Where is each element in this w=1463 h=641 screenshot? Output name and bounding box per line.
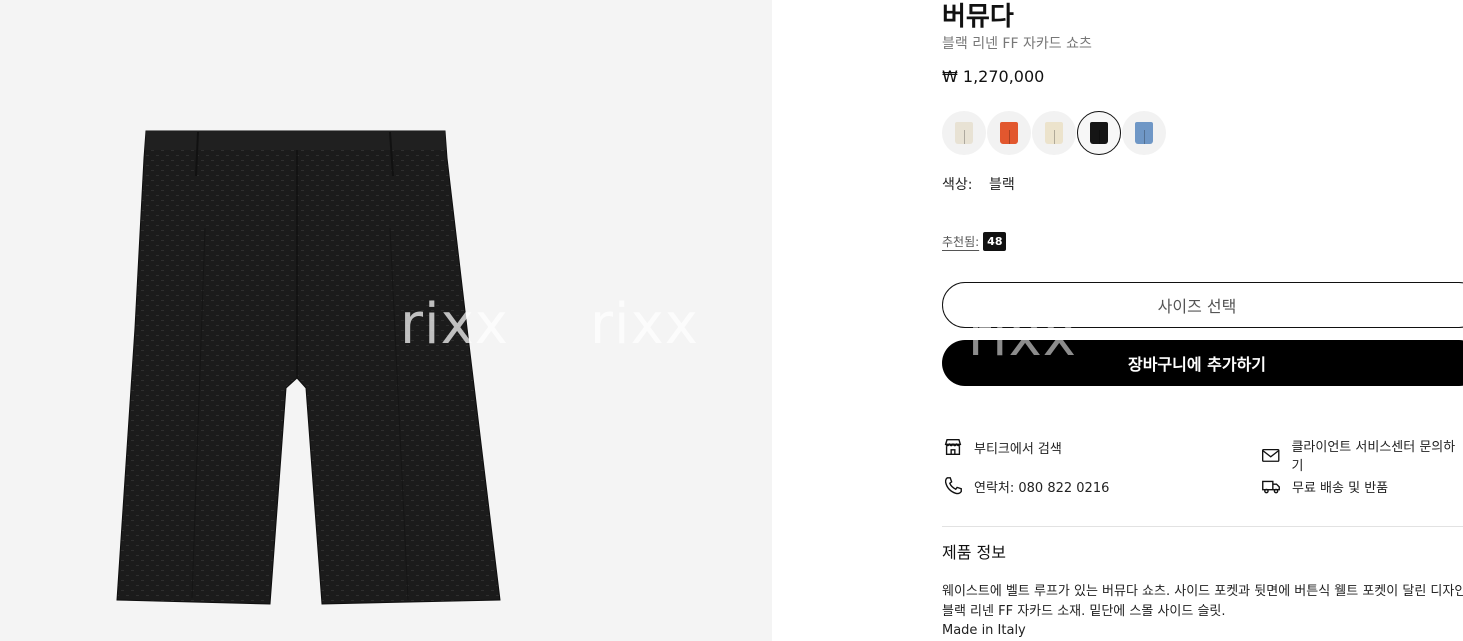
watermark: rixx [590, 292, 699, 357]
description-line: Made in Italy [942, 623, 1026, 638]
swatch-thumbnail [955, 122, 973, 144]
swatch-thumbnail [1090, 122, 1108, 144]
color-swatch-cream[interactable] [942, 111, 986, 155]
swatch-thumbnail [1000, 122, 1018, 144]
product-image [116, 130, 501, 605]
recommended-size-label[interactable]: 추천됨: [942, 233, 979, 250]
product-description: 웨이스트에 벨트 루프가 있는 버뮤다 쇼츠. 사이드 포켓과 뒷면에 버튼식 … [942, 582, 1463, 641]
divider [942, 526, 1463, 527]
find-in-boutique-label: 부티크에서 검색 [974, 441, 1062, 457]
add-to-cart-button[interactable]: 장바구니에 추가하기 [942, 340, 1463, 386]
product-detail-panel: 버뮤다 블랙 리넨 FF 자카드 쇼츠 ₩ 1,270,000 색상: 블랙 추… [942, 0, 1463, 641]
phone-icon [944, 477, 962, 495]
find-in-boutique-link[interactable]: 부티크에서 검색 [942, 436, 1062, 458]
phone-contact-label: 연락처: 080 822 0216 [974, 480, 1110, 496]
free-shipping-returns-label: 무료 배송 및 반품 [1292, 480, 1389, 496]
swatch-thumbnail [1045, 122, 1063, 144]
product-image-gallery[interactable]: rixx rixx [0, 0, 772, 641]
recommended-size[interactable]: 추천됨: 48 [942, 232, 1007, 251]
phone-contact-link[interactable]: 연락처: 080 822 0216 [942, 475, 1109, 497]
store-icon [944, 438, 962, 456]
color-label: 색상: [942, 177, 973, 193]
description-line: 블랙 리넨 FF 자카드 소재. 밑단에 스몰 사이드 슬릿. [942, 603, 1226, 619]
color-swatch-blue[interactable] [1122, 111, 1166, 155]
product-subtitle: 블랙 리넨 FF 자카드 쇼츠 [942, 36, 1092, 52]
recommended-size-badge: 48 [983, 232, 1007, 251]
delivery-truck-icon [1262, 480, 1280, 494]
size-select-button[interactable]: 사이즈 선택 [942, 282, 1463, 328]
selected-color: 색상: 블랙 [942, 174, 1015, 194]
product-info-title: 제품 정보 [942, 543, 1006, 562]
contact-client-service-link[interactable]: 클라이언트 서비스센터 문의하기 [1260, 436, 1463, 474]
description-line: 웨이스트에 벨트 루프가 있는 버뮤다 쇼츠. 사이드 포켓과 뒷면에 버튼식 … [942, 584, 1463, 599]
product-price: ₩ 1,270,000 [942, 67, 1045, 86]
product-title: 버뮤다 [942, 2, 1014, 32]
free-shipping-returns-link[interactable]: 무료 배송 및 반품 [1260, 475, 1388, 497]
mail-icon [1262, 448, 1280, 462]
swatch-thumbnail [1135, 122, 1153, 144]
color-swatches [942, 111, 1166, 157]
color-swatch-beige[interactable] [1032, 111, 1076, 155]
color-swatch-black[interactable] [1077, 111, 1121, 155]
color-value: 블랙 [988, 177, 1015, 193]
contact-client-service-label: 클라이언트 서비스센터 문의하기 [1291, 440, 1456, 474]
color-swatch-orange[interactable] [987, 111, 1031, 155]
